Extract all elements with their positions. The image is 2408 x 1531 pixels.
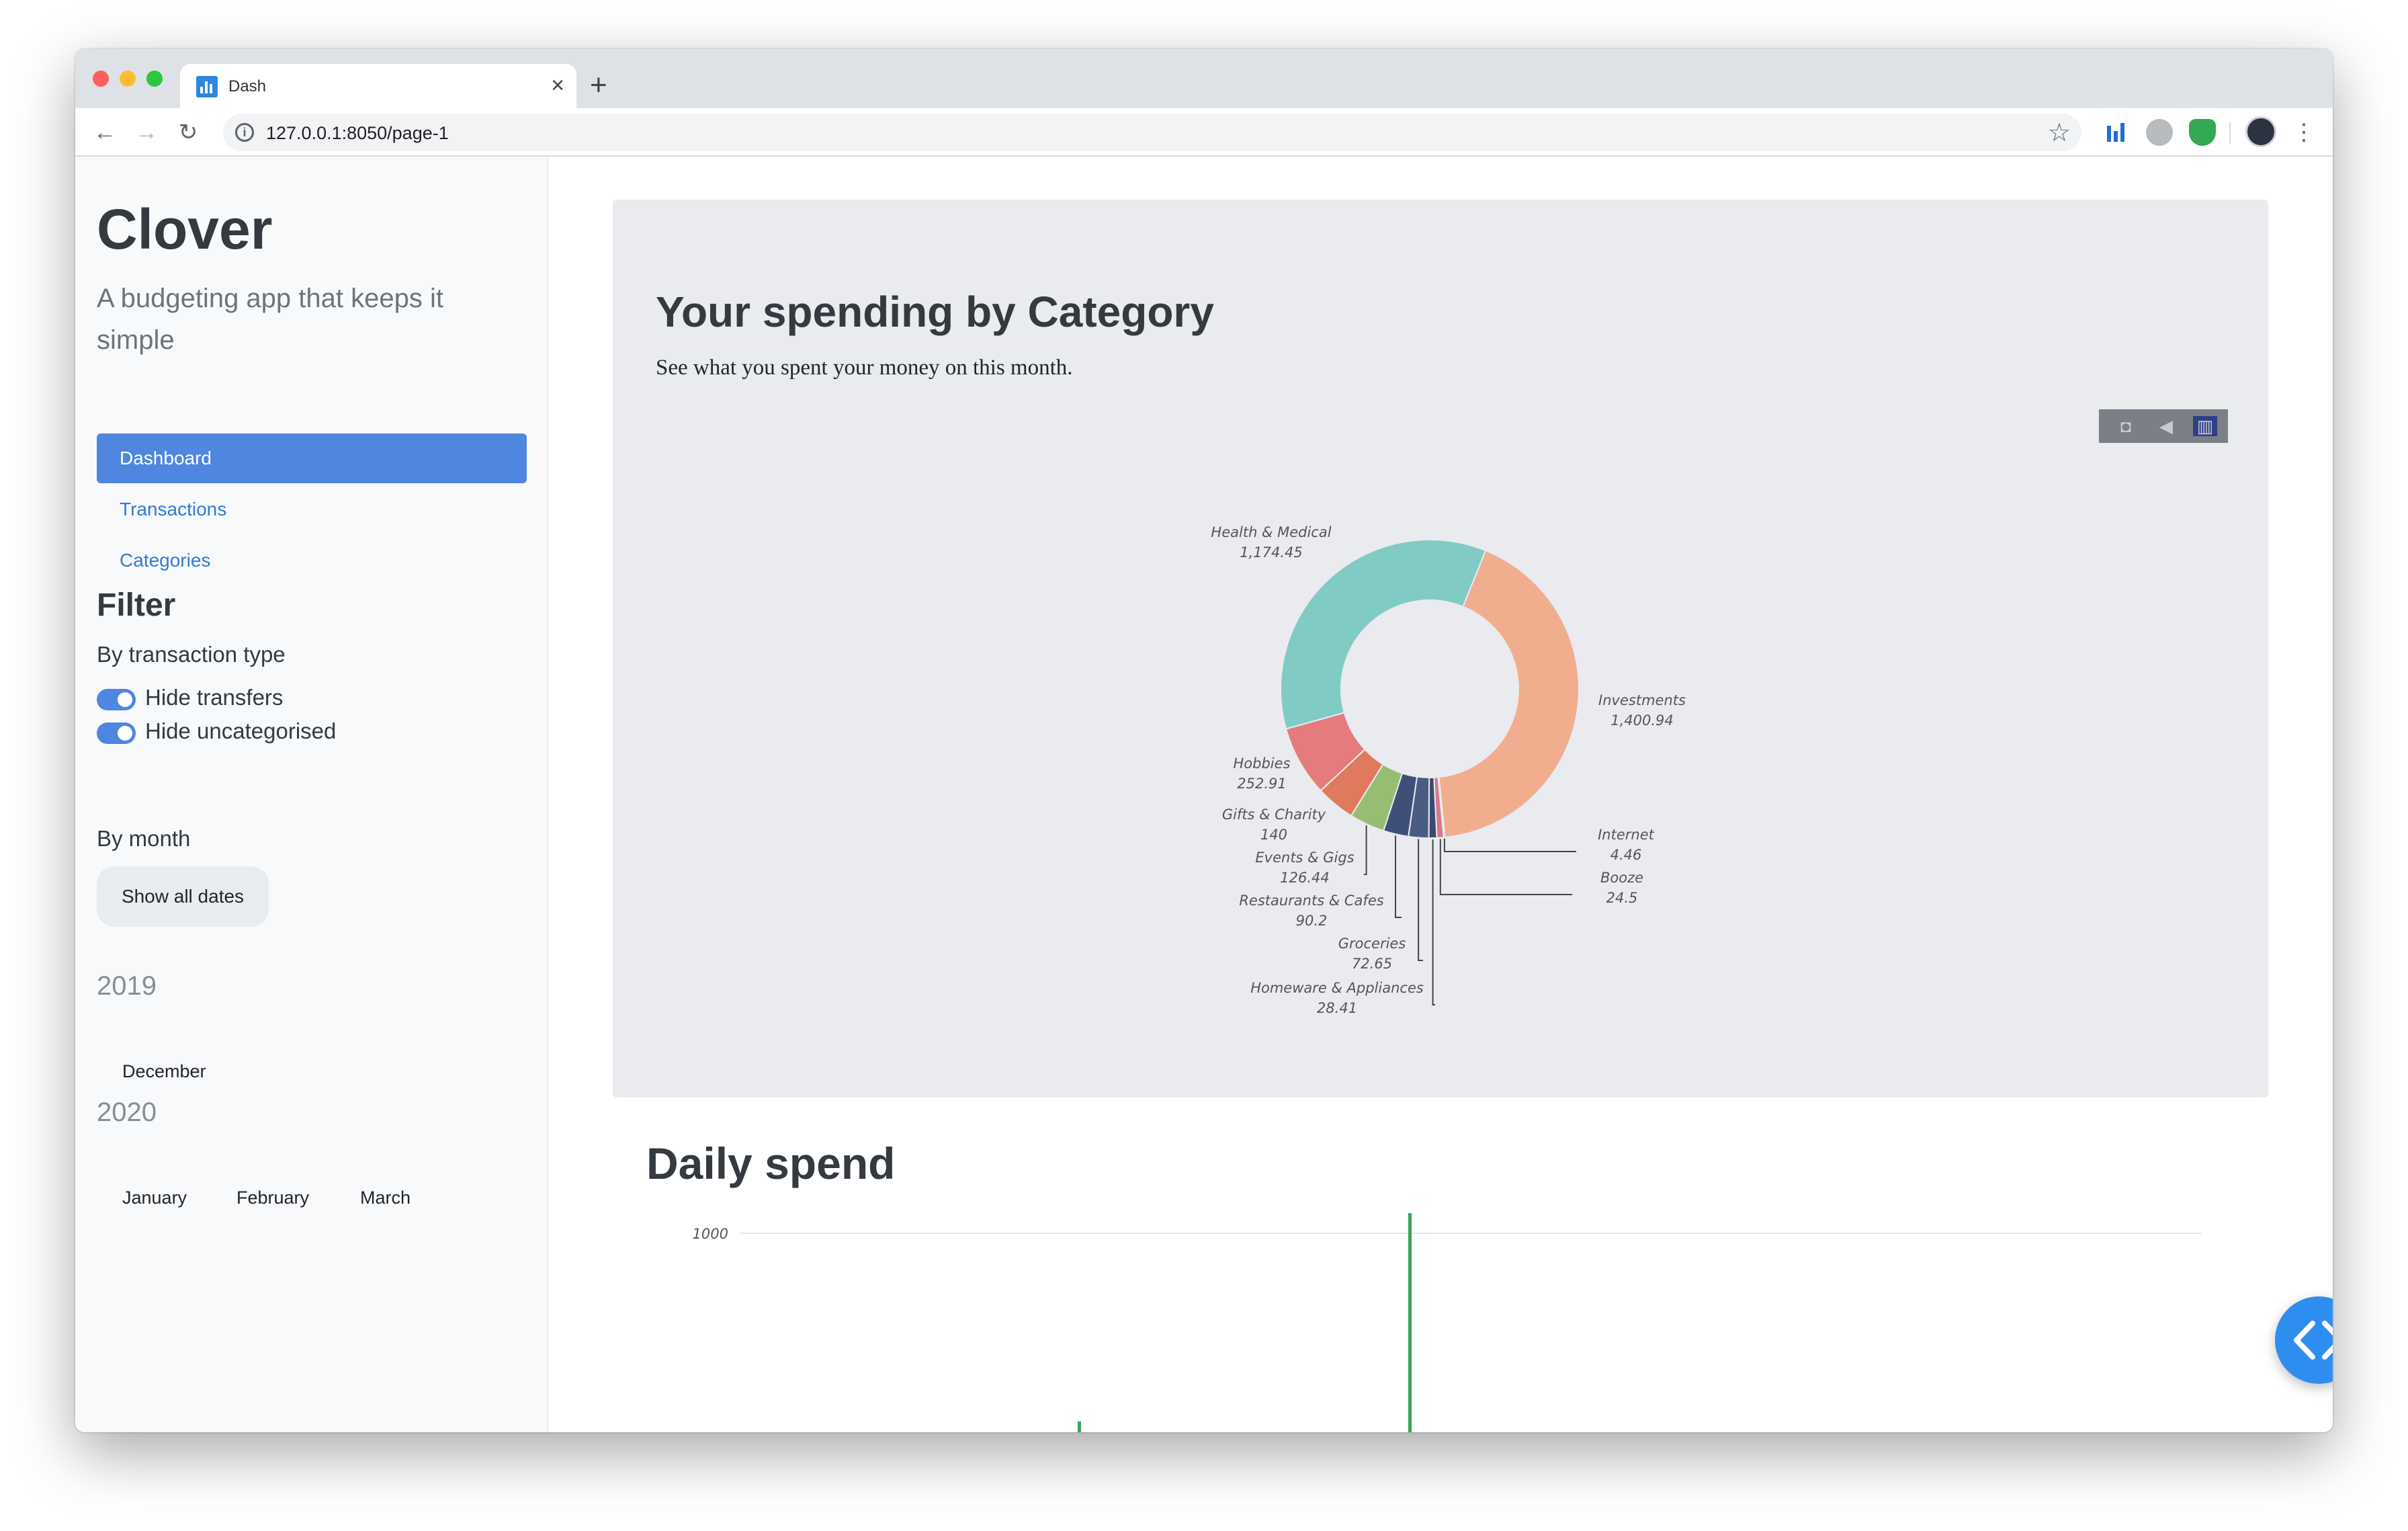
slice-label: Booze bbox=[1600, 870, 1643, 886]
slice-value: 28.41 bbox=[1317, 1000, 1357, 1016]
maximize-window-button[interactable] bbox=[146, 71, 163, 87]
slice-value: 1,174.45 bbox=[1240, 544, 1303, 561]
close-window-button[interactable] bbox=[93, 71, 109, 87]
dash-favicon-icon bbox=[196, 76, 218, 97]
nav-dashboard[interactable]: Dashboard bbox=[97, 433, 527, 483]
bookmark-star-icon[interactable]: ☆ bbox=[2048, 118, 2071, 148]
show-all-dates-button[interactable]: Show all dates bbox=[97, 866, 269, 927]
app-subtitle: A budgeting app that keeps it simple bbox=[97, 284, 443, 355]
leader-line bbox=[1418, 839, 1423, 961]
address-bar[interactable]: i 127.0.0.1:8050/page-1 ☆ bbox=[223, 114, 2081, 151]
url-text[interactable]: 127.0.0.1:8050/page-1 bbox=[266, 123, 449, 144]
filter-type-label: By transaction type bbox=[97, 642, 286, 667]
slice-label: Events & Gigs bbox=[1255, 850, 1354, 866]
browser-window: Dash × + ← → ↻ i 127.0.0.1:8050/page-1 ☆… bbox=[75, 49, 2333, 1432]
y-tick-label: 1000 bbox=[693, 1226, 728, 1242]
slice-value: 126.44 bbox=[1280, 870, 1329, 886]
slice-label: Gifts & Charity bbox=[1222, 806, 1326, 823]
month-march[interactable]: March bbox=[360, 1188, 411, 1208]
sidebar: Clover A budgeting app that keeps it sim… bbox=[75, 157, 548, 1432]
filter-month-label: By month bbox=[97, 826, 191, 851]
donut-slice-health-medical[interactable] bbox=[1280, 539, 1487, 730]
back-arrow-icon[interactable]: ← bbox=[90, 118, 120, 147]
new-tab-button[interactable]: + bbox=[590, 65, 607, 106]
forward-arrow-icon[interactable]: → bbox=[132, 118, 161, 147]
daily-spend-chart[interactable]: 1000 bbox=[548, 1192, 2333, 1432]
slice-label: Health & Medical bbox=[1211, 524, 1331, 540]
slice-value: 72.65 bbox=[1352, 956, 1392, 972]
slice-label: Hobbies bbox=[1234, 755, 1291, 772]
category-donut-chart[interactable]: Investments 1,400.94 Internet 4.46 Booze 24.5… bbox=[613, 200, 2268, 1098]
browser-menu-icon[interactable]: ⋮ bbox=[2292, 118, 2315, 147]
profile-avatar[interactable] bbox=[2245, 116, 2276, 147]
slice-label: Internet bbox=[1598, 827, 1655, 843]
daily-bar[interactable] bbox=[1078, 1421, 1081, 1432]
extension-check-icon[interactable] bbox=[2146, 119, 2173, 146]
leader-line bbox=[1364, 825, 1367, 875]
extension-chart-icon[interactable] bbox=[2103, 119, 2130, 146]
slice-value: 252.91 bbox=[1237, 776, 1286, 792]
month-december[interactable]: December bbox=[122, 1061, 206, 1082]
month-february[interactable]: February bbox=[236, 1188, 309, 1208]
slice-value: 90.2 bbox=[1296, 913, 1328, 929]
tab-title: Dash bbox=[228, 77, 267, 95]
nav-transactions[interactable]: Transactions bbox=[97, 485, 527, 534]
year-heading-2019: 2019 bbox=[97, 971, 157, 1001]
slice-label: Investments bbox=[1598, 692, 1686, 708]
slice-label: Homeware & Appliances bbox=[1250, 980, 1424, 996]
extension-shield-icon[interactable] bbox=[2189, 119, 2216, 146]
browser-toolbar: ← → ↻ i 127.0.0.1:8050/page-1 ☆ ⋮ bbox=[75, 108, 2333, 157]
page-content: Clover A budgeting app that keeps it sim… bbox=[75, 157, 2333, 1432]
nav-categories[interactable]: Categories bbox=[97, 536, 527, 585]
slice-value: 4.46 bbox=[1610, 847, 1642, 863]
reload-icon[interactable]: ↻ bbox=[173, 118, 203, 147]
tab-strip: Dash × + bbox=[75, 49, 2333, 108]
browser-tab-dash[interactable]: Dash × bbox=[180, 64, 576, 108]
toggle-switch[interactable] bbox=[97, 689, 136, 710]
toggle-switch[interactable] bbox=[97, 722, 136, 744]
year-heading-2020: 2020 bbox=[97, 1098, 157, 1127]
leader-line bbox=[1439, 839, 1572, 895]
leader-line bbox=[1443, 838, 1576, 852]
toggle-label: Hide uncategorised bbox=[145, 718, 337, 743]
minimize-window-button[interactable] bbox=[120, 71, 136, 87]
daily-bar[interactable] bbox=[1408, 1213, 1412, 1432]
month-january[interactable]: January bbox=[122, 1188, 187, 1208]
slice-label: Restaurants & Cafes bbox=[1239, 893, 1383, 909]
slice-label: Groceries bbox=[1338, 936, 1406, 952]
code-brackets-icon bbox=[2294, 1321, 2333, 1360]
code-toggle-button[interactable] bbox=[2275, 1296, 2333, 1384]
filter-heading: Filter bbox=[97, 587, 176, 623]
tab-close-icon[interactable]: × bbox=[551, 72, 564, 99]
toggle-label: Hide transfers bbox=[145, 685, 284, 710]
toolbar-divider bbox=[2229, 122, 2231, 144]
leader-line bbox=[1432, 839, 1435, 1005]
site-info-icon[interactable]: i bbox=[235, 123, 254, 142]
app-title: Clover bbox=[97, 198, 273, 261]
slice-value: 1,400.94 bbox=[1610, 712, 1674, 729]
main-content: Your spending by Category See what you s… bbox=[548, 157, 2333, 1432]
slice-value: 24.5 bbox=[1606, 890, 1638, 906]
spending-category-card: Your spending by Category See what you s… bbox=[613, 200, 2268, 1098]
daily-spend-heading: Daily spend bbox=[646, 1139, 896, 1188]
slice-value: 140 bbox=[1260, 827, 1287, 843]
leader-line bbox=[1395, 835, 1402, 918]
